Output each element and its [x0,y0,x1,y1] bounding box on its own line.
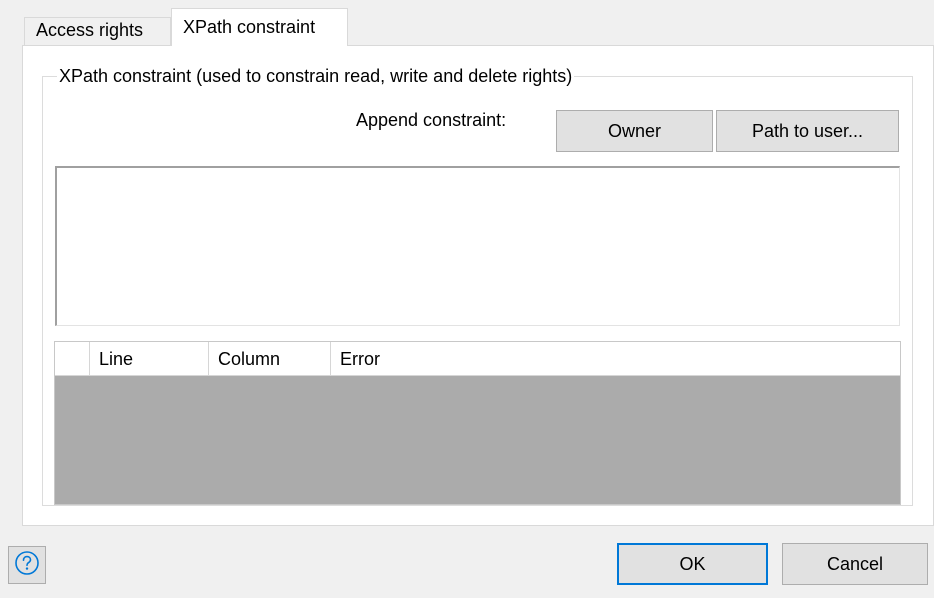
xpath-constraint-group: XPath constraint (used to constrain read… [42,66,913,506]
owner-button[interactable]: Owner [556,110,713,152]
cancel-button[interactable]: Cancel [782,543,928,585]
append-constraint-label: Append constraint: [356,110,507,130]
tab-xpath-constraint[interactable]: XPath constraint [171,8,348,46]
error-grid: Line Column Error [54,341,901,505]
xpath-editor[interactable] [55,166,900,326]
path-to-user-button[interactable]: Path to user... [716,110,899,152]
tab-page-xpath-constraint: XPath constraint (used to constrain read… [22,45,934,526]
group-title: XPath constraint (used to constrain read… [57,66,575,86]
column-header-line[interactable]: Line [90,342,209,375]
tab-label: Access rights [36,20,144,40]
ok-button[interactable]: OK [617,543,768,585]
column-header-error[interactable]: Error [331,342,900,375]
grid-body-empty [55,376,900,504]
help-circle-icon [14,550,40,581]
xpath-constraint-dialog: Access rights XPath constraint XPath con… [0,0,934,598]
tab-access-rights[interactable]: Access rights [24,17,171,45]
row-selector-header[interactable] [55,342,90,375]
column-header-column[interactable]: Column [209,342,331,375]
grid-header: Line Column Error [55,342,900,376]
help-button[interactable] [8,546,46,584]
tab-label: XPath constraint [183,17,316,37]
